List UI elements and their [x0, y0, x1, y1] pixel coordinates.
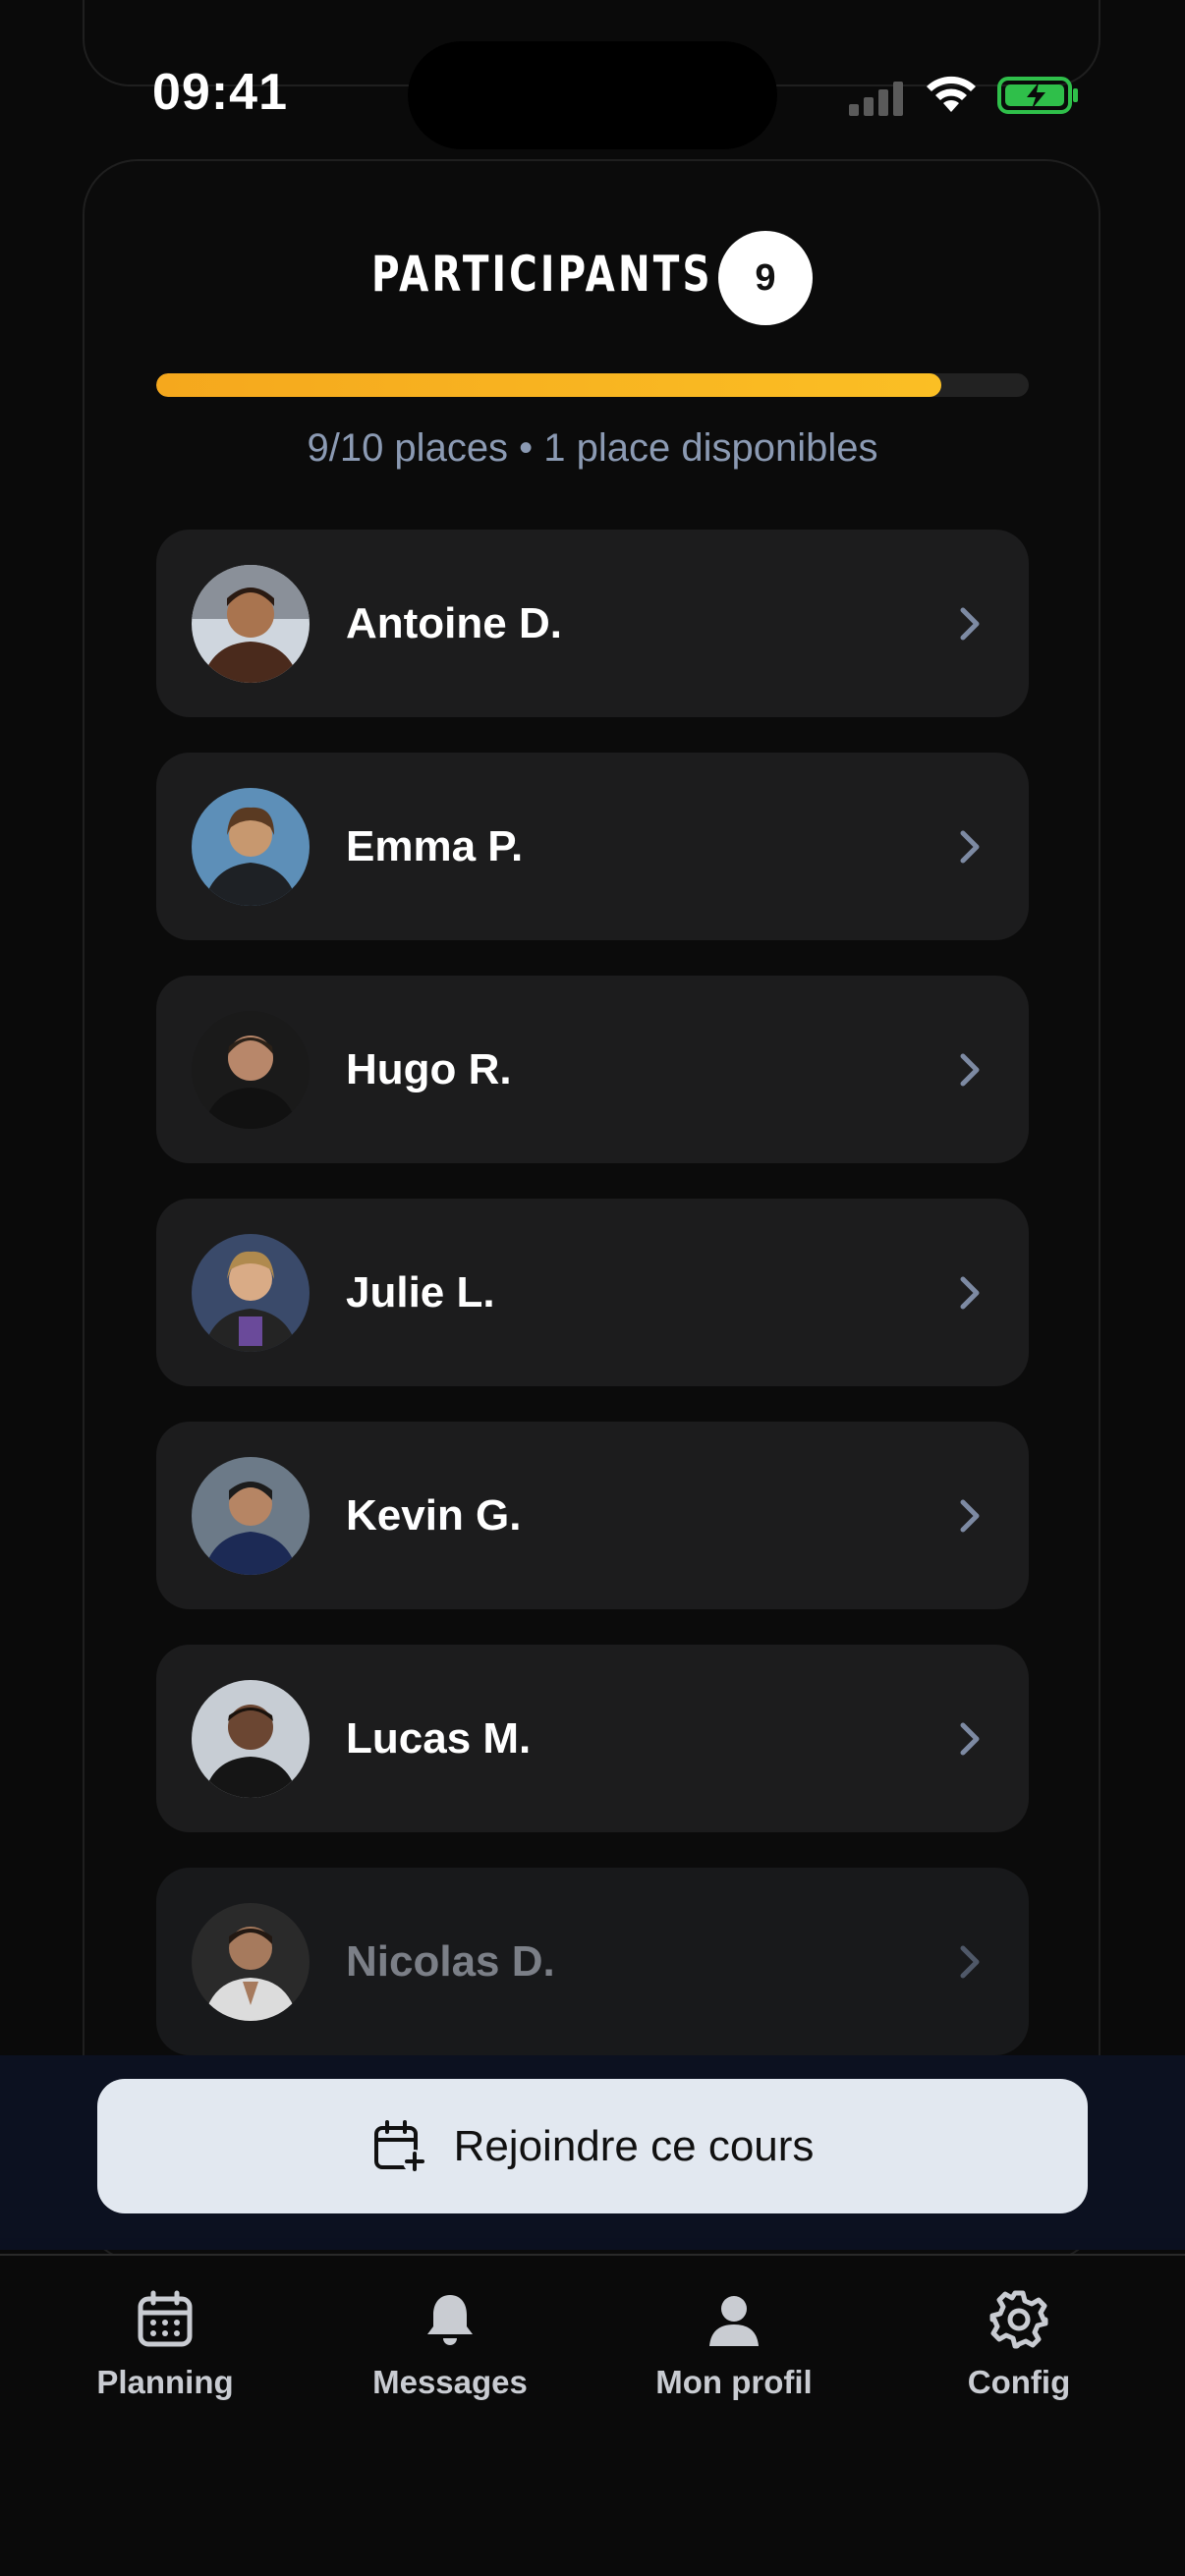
chevron-right-icon — [960, 1276, 980, 1310]
chevron-right-icon — [960, 830, 980, 864]
calendar-plus-icon — [373, 2119, 426, 2173]
participant-name: Emma P. — [346, 822, 524, 870]
calendar-icon — [138, 2290, 193, 2347]
avatar — [192, 1234, 310, 1352]
participant-row[interactable]: Julie L. — [156, 1199, 1029, 1386]
person-icon — [709, 2296, 759, 2346]
cellular-signal-icon — [849, 82, 903, 116]
gear-icon — [989, 2290, 1048, 2349]
tab-messages[interactable]: Messages — [332, 2289, 568, 2427]
status-time: 09:41 — [152, 64, 288, 121]
wifi-icon — [927, 76, 976, 112]
participant-name: Kevin G. — [346, 1491, 522, 1540]
chevron-right-icon — [960, 607, 980, 641]
chevron-right-icon — [960, 1945, 980, 1979]
participant-row[interactable]: Nicolas D. — [156, 1868, 1029, 2055]
battery-charging-icon — [997, 77, 1078, 114]
participant-name: Nicolas D. — [346, 1937, 555, 1986]
chevron-right-icon — [960, 1053, 980, 1087]
capacity-progress-bar — [156, 373, 1029, 397]
participant-row[interactable]: Lucas M. — [156, 1645, 1029, 1832]
tab-profile[interactable]: Mon profil — [616, 2289, 852, 2427]
participant-row[interactable]: Emma P. — [156, 753, 1029, 940]
dynamic-island — [408, 41, 777, 149]
avatar — [192, 1903, 310, 2021]
chevron-right-icon — [960, 1499, 980, 1533]
capacity-progress-fill — [156, 373, 942, 397]
avatar — [192, 565, 310, 683]
tab-planning[interactable]: Planning — [47, 2289, 283, 2427]
join-course-button[interactable]: Rejoindre ce cours — [97, 2079, 1088, 2213]
participant-row[interactable]: Antoine D. — [156, 530, 1029, 717]
participant-name: Julie L. — [346, 1268, 495, 1316]
participant-name: Antoine D. — [346, 599, 562, 647]
bell-icon — [427, 2295, 473, 2345]
avatar — [192, 788, 310, 906]
status-bar: 09:41 — [0, 0, 1185, 149]
avatar — [192, 1457, 310, 1575]
avatar — [192, 1011, 310, 1129]
tab-label: Planning — [96, 2364, 234, 2400]
participant-name: Hugo R. — [346, 1045, 512, 1093]
avatar — [192, 1680, 310, 1798]
capacity-text: 9/10 places • 1 place disponibles — [307, 426, 878, 470]
participant-row[interactable]: Kevin G. — [156, 1422, 1029, 1609]
tab-label: Messages — [372, 2364, 528, 2400]
chevron-right-icon — [960, 1722, 980, 1756]
participant-row[interactable]: Hugo R. — [156, 976, 1029, 1163]
tab-label: Mon profil — [655, 2364, 813, 2400]
tab-config[interactable]: Config — [901, 2289, 1137, 2427]
tab-label: Config — [967, 2364, 1071, 2400]
page-title: PARTICIPANTS — [371, 246, 713, 303]
join-course-label: Rejoindre ce cours — [453, 2121, 815, 2170]
participant-name: Lucas M. — [346, 1714, 532, 1763]
participant-count-badge: 9 — [718, 231, 813, 325]
